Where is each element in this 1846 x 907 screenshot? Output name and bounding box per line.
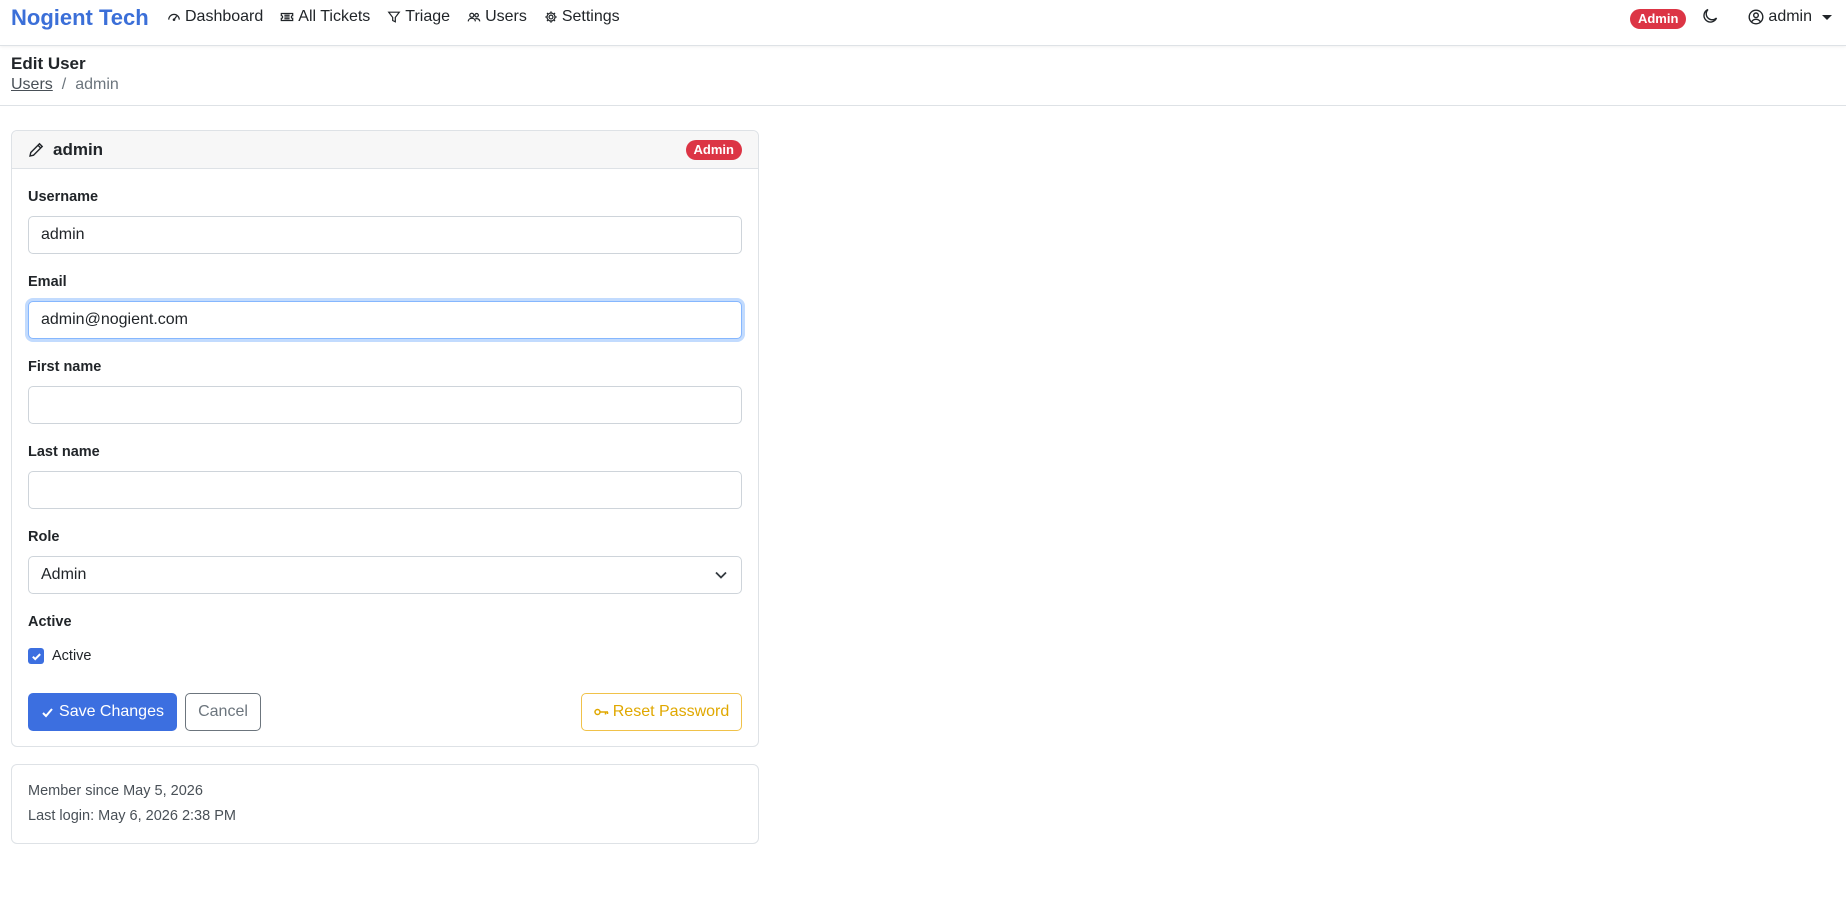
users-icon <box>466 9 482 25</box>
save-changes-button[interactable]: Save Changes <box>28 693 177 731</box>
nav-all-tickets-label: All Tickets <box>298 8 371 25</box>
dashboard-icon <box>166 9 182 25</box>
card-header: admin Admin <box>12 131 758 169</box>
username-input[interactable]: admin <box>28 216 742 254</box>
card-title: admin <box>53 140 104 159</box>
nav-dashboard-label: Dashboard <box>185 8 264 25</box>
chevron-down-icon <box>715 571 727 579</box>
card-role-badge: Admin <box>685 140 742 160</box>
user-circle-icon <box>1748 9 1768 25</box>
main-nav: Dashboard All Tickets Triage Users Setti… <box>158 0 628 34</box>
nav-dashboard[interactable]: Dashboard <box>158 0 271 34</box>
page-header: Edit User Users / admin <box>0 46 1846 106</box>
role-label: Role <box>28 529 60 545</box>
last-name-input[interactable] <box>28 471 742 509</box>
nav-right: Admin admin <box>1629 0 1846 34</box>
last-login-text: Last login: May 6, 2026 2:38 PM <box>28 808 236 824</box>
email-input[interactable]: admin@nogient.com <box>28 301 742 339</box>
email-label: Email <box>28 274 67 290</box>
active-checkbox[interactable] <box>28 648 44 664</box>
check-icon <box>31 652 41 660</box>
nav-users-label: Users <box>485 8 527 25</box>
active-label: Active <box>28 614 72 630</box>
nav-settings[interactable]: Settings <box>535 0 628 34</box>
member-since-text: Member since May 5, 2026 <box>28 783 203 799</box>
role-badge: Admin <box>1629 9 1687 29</box>
cancel-label: Cancel <box>198 703 248 720</box>
gear-icon <box>543 9 559 25</box>
user-info-card: Member since May 5, 2026 Last login: May… <box>11 764 759 844</box>
role-select[interactable]: Admin <box>28 556 742 594</box>
nav-users[interactable]: Users <box>458 0 535 34</box>
breadcrumb-separator: / <box>61 76 67 93</box>
username-label: Username <box>28 189 99 205</box>
edit-user-card: admin Admin Username admin Email admin@n… <box>11 130 759 747</box>
breadcrumb: Users / admin <box>11 76 119 94</box>
save-changes-label: Save Changes <box>59 703 164 720</box>
reset-password-label: Reset Password <box>612 703 730 720</box>
breadcrumb-current: admin <box>75 76 119 93</box>
user-menu-label: admin <box>1768 8 1812 25</box>
reset-password-button[interactable]: Reset Password <box>581 693 742 731</box>
caret-down-icon <box>1822 14 1832 20</box>
key-icon <box>594 708 608 716</box>
moon-icon[interactable] <box>1702 8 1720 26</box>
nav-all-tickets[interactable]: All Tickets <box>271 0 378 34</box>
breadcrumb-users-link[interactable]: Users <box>11 76 53 94</box>
user-menu-toggle[interactable]: admin <box>1748 8 1832 26</box>
first-name-label: First name <box>28 359 102 375</box>
last-name-label: Last name <box>28 444 100 460</box>
filter-icon <box>386 9 402 25</box>
check-icon <box>42 707 53 717</box>
nav-triage-label: Triage <box>405 8 451 25</box>
nav-triage[interactable]: Triage <box>378 0 458 34</box>
nav-settings-label: Settings <box>561 8 620 25</box>
role-select-value: Admin <box>41 566 87 583</box>
top-navbar: Nogient Tech Dashboard All Tickets Triag… <box>0 0 1846 46</box>
ticket-icon <box>279 9 295 25</box>
brand-logo[interactable]: Nogient Tech <box>11 5 149 31</box>
page-title: Edit User <box>11 54 86 73</box>
active-checkbox-row[interactable]: Active <box>28 648 92 664</box>
cancel-button[interactable]: Cancel <box>185 693 261 731</box>
pencil-icon <box>28 142 44 158</box>
first-name-input[interactable] <box>28 386 742 424</box>
active-checkbox-label: Active <box>52 648 92 664</box>
